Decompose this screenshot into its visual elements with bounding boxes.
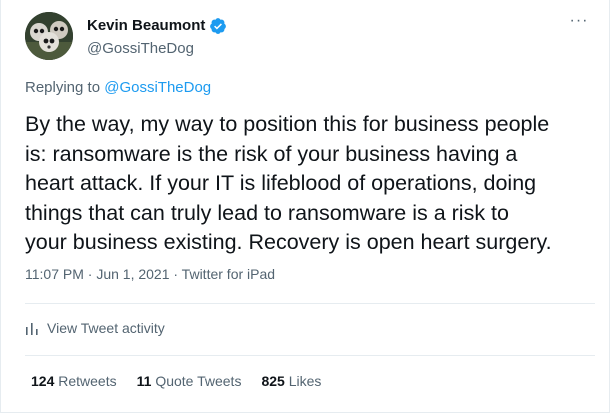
author-name-row: Kevin Beaumont xyxy=(87,17,227,35)
engagement-stats: 124 Retweets 11 Quote Tweets 825 Likes xyxy=(31,373,321,389)
avatar-image xyxy=(25,12,73,60)
tweet-card: Kevin Beaumont @GossiTheDog ··· Replying… xyxy=(0,0,610,413)
author-display-name[interactable]: Kevin Beaumont xyxy=(87,17,205,35)
divider-top xyxy=(25,303,595,304)
quote-tweets-stat[interactable]: 11 Quote Tweets xyxy=(137,373,242,389)
view-tweet-activity-link[interactable]: View Tweet activity xyxy=(25,320,165,336)
tweet-text: By the way, my way to position this for … xyxy=(25,112,552,254)
avatar[interactable] xyxy=(25,12,73,60)
quote-tweets-count: 11 xyxy=(136,373,152,389)
replying-to-prefix: Replying to xyxy=(25,79,105,96)
view-tweet-activity-label: View Tweet activity xyxy=(47,320,165,336)
tweet-header: Kevin Beaumont @GossiTheDog ··· xyxy=(25,12,595,62)
retweets-stat[interactable]: 124 Retweets xyxy=(31,373,117,389)
retweets-label: Retweets xyxy=(58,373,117,389)
likes-count: 825 xyxy=(261,373,285,389)
replying-to-mention-link[interactable]: @GossiTheDog xyxy=(104,79,211,96)
retweets-count: 124 xyxy=(31,373,55,389)
tweet-timestamp-source[interactable]: 11:07 PM · Jun 1, 2021 · Twitter for iPa… xyxy=(25,265,275,283)
analytics-bars-icon xyxy=(26,323,38,335)
likes-stat[interactable]: 825 Likes xyxy=(261,373,321,389)
more-options-icon[interactable]: ··· xyxy=(567,13,591,32)
quote-tweets-label: Quote Tweets xyxy=(155,373,242,389)
divider-middle xyxy=(25,355,595,356)
replying-to-line: Replying to @GossiTheDog xyxy=(25,79,211,97)
likes-label: Likes xyxy=(288,373,322,389)
author-handle[interactable]: @GossiTheDog xyxy=(87,40,194,58)
verified-badge-icon xyxy=(209,17,227,35)
